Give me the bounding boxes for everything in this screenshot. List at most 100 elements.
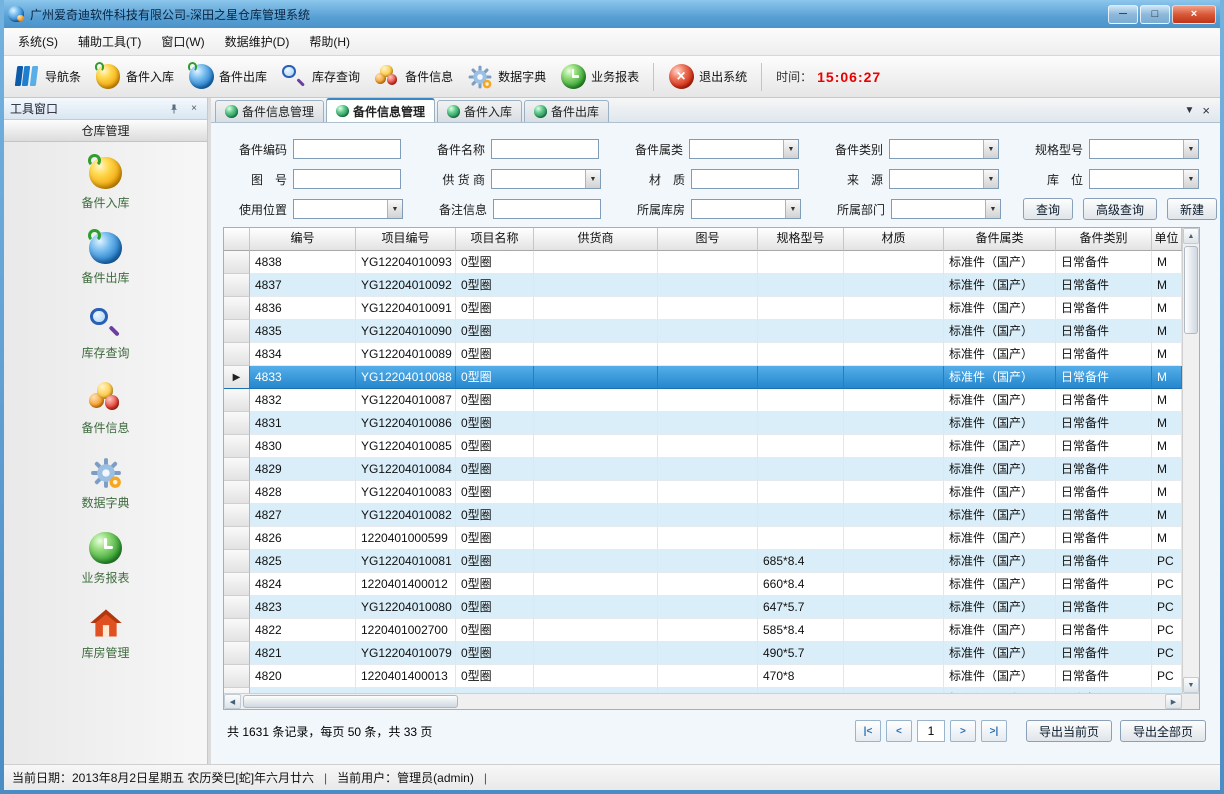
sidebar-item-warehouse-mgmt[interactable]: 库房管理 (46, 606, 166, 661)
pin-icon[interactable] (167, 102, 181, 116)
row-selector-cell[interactable] (224, 435, 250, 458)
table-row[interactable]: 4827YG122040100820型圈标准件（国产）日常备件M (224, 504, 1182, 527)
horizontal-scrollbar[interactable]: ◀ ▶ (224, 694, 1182, 709)
sidebar-item-parts-outbound[interactable]: 备件出库 (46, 231, 166, 286)
location-select[interactable]: ▼ (1089, 169, 1199, 189)
toolbar-item-stock-query[interactable]: 库存查询 (281, 64, 360, 90)
table-row[interactable]: 482412204014000120型圈660*8.4标准件（国产）日常备件PC (224, 573, 1182, 596)
close-button[interactable]: × (1172, 5, 1216, 24)
page-number-input[interactable]: 1 (917, 720, 945, 742)
part-type-select[interactable]: ▼ (889, 139, 999, 159)
source-select[interactable]: ▼ (889, 169, 999, 189)
tool-window-close-icon[interactable]: × (187, 102, 201, 116)
row-selector-cell[interactable] (224, 389, 250, 412)
supplier-select[interactable]: ▼ (491, 169, 601, 189)
row-selector-cell[interactable] (224, 573, 250, 596)
toolbar-item-data-dictionary[interactable]: 数据字典 (467, 64, 546, 90)
table-row[interactable]: 标准件（国产）日常备件 (224, 688, 1182, 693)
drawing-no-input[interactable] (293, 169, 401, 189)
table-row[interactable]: 4836YG122040100910型圈标准件（国产）日常备件M (224, 297, 1182, 320)
row-selector-cell[interactable] (224, 412, 250, 435)
row-selector-cell[interactable] (224, 481, 250, 504)
tab-parts-info-mgmt-1[interactable]: 备件信息管理 (215, 100, 324, 122)
scroll-down-icon[interactable]: ▼ (1183, 677, 1199, 693)
sidebar-item-parts-info[interactable]: 备件信息 (46, 381, 166, 436)
sidebar-item-parts-inbound[interactable]: 备件入库 (46, 156, 166, 211)
row-selector-cell[interactable] (224, 688, 250, 693)
toolbar-item-business-report[interactable]: 业务报表 (560, 64, 639, 90)
menu-item-2[interactable]: 窗口(W) (151, 29, 214, 54)
next-page-button[interactable]: > (950, 720, 976, 742)
part-name-input[interactable] (491, 139, 599, 159)
tab-parts-outbound[interactable]: 备件出库 (524, 100, 609, 122)
minimize-button[interactable]: ─ (1108, 5, 1138, 24)
menu-item-3[interactable]: 数据维护(D) (215, 29, 300, 54)
sidebar-section-header[interactable]: 仓库管理 (4, 120, 207, 142)
table-row[interactable]: 4831YG122040100860型圈标准件（国产）日常备件M (224, 412, 1182, 435)
row-selector-cell[interactable] (224, 320, 250, 343)
vertical-scrollbar[interactable]: ▲ ▼ (1182, 228, 1199, 693)
toolbar-item-parts-inbound[interactable]: 备件入库 (95, 64, 174, 90)
grid-column-header[interactable]: 供货商 (534, 228, 658, 251)
grid-column-header[interactable]: 图号 (658, 228, 758, 251)
scroll-up-icon[interactable]: ▲ (1183, 228, 1199, 244)
warehouse-select[interactable]: ▼ (691, 199, 801, 219)
table-row[interactable]: 4837YG122040100920型圈标准件（国产）日常备件M (224, 274, 1182, 297)
table-row[interactable]: 4821YG122040100790型圈490*5.7标准件（国产）日常备件PC (224, 642, 1182, 665)
row-selector-cell[interactable] (224, 343, 250, 366)
grid-column-header[interactable]: 单位 (1152, 228, 1182, 251)
sidebar-item-stock-query[interactable]: 库存查询 (46, 306, 166, 361)
row-selector-cell[interactable] (224, 665, 250, 688)
scroll-left-icon[interactable]: ◀ (224, 694, 241, 709)
horizontal-scroll-track[interactable] (241, 694, 1165, 709)
export-all-pages-button[interactable]: 导出全部页 (1120, 720, 1206, 742)
tab-parts-info-mgmt-2[interactable]: 备件信息管理 (326, 98, 435, 122)
grid-column-header[interactable]: 备件类别 (1056, 228, 1152, 251)
export-current-page-button[interactable]: 导出当前页 (1026, 720, 1112, 742)
row-selector-cell[interactable] (224, 596, 250, 619)
query-button[interactable]: 查询 (1023, 198, 1073, 220)
tab-list-dropdown-icon[interactable]: ▼ (1185, 105, 1195, 116)
new-button[interactable]: 新建 (1167, 198, 1217, 220)
menu-item-0[interactable]: 系统(S) (8, 29, 68, 54)
row-selector-cell[interactable] (224, 458, 250, 481)
grid-column-header[interactable]: 项目编号 (356, 228, 456, 251)
department-select[interactable]: ▼ (891, 199, 1001, 219)
table-row[interactable]: 482012204014000130型圈470*8标准件（国产）日常备件PC (224, 665, 1182, 688)
grid-column-header[interactable]: 编号 (250, 228, 356, 251)
tab-parts-inbound[interactable]: 备件入库 (437, 100, 522, 122)
row-selector-cell[interactable] (224, 297, 250, 320)
first-page-button[interactable]: |< (855, 720, 881, 742)
sidebar-item-business-report[interactable]: 业务报表 (46, 531, 166, 586)
vertical-scroll-track[interactable] (1183, 244, 1199, 677)
row-selector-cell[interactable] (224, 619, 250, 642)
grid-column-header[interactable]: 规格型号 (758, 228, 844, 251)
row-selector-cell[interactable]: ▶ (224, 366, 250, 389)
table-row[interactable]: 4823YG122040100800型圈647*5.7标准件（国产）日常备件PC (224, 596, 1182, 619)
table-row[interactable]: 4834YG122040100890型圈标准件（国产）日常备件M (224, 343, 1182, 366)
vertical-scroll-thumb[interactable] (1184, 246, 1198, 334)
table-row[interactable]: 4838YG122040100930型圈标准件（国产）日常备件M (224, 251, 1182, 274)
usage-position-select[interactable]: ▼ (293, 199, 403, 219)
grid-column-header[interactable]: 备件属类 (944, 228, 1056, 251)
table-row[interactable]: 4832YG122040100870型圈标准件（国产）日常备件M (224, 389, 1182, 412)
row-selector-cell[interactable] (224, 504, 250, 527)
sidebar-item-data-dictionary[interactable]: 数据字典 (46, 456, 166, 511)
prev-page-button[interactable]: < (886, 720, 912, 742)
row-selector-cell[interactable] (224, 274, 250, 297)
spec-model-select[interactable]: ▼ (1089, 139, 1199, 159)
table-row[interactable]: 4825YG122040100810型圈685*8.4标准件（国产）日常备件PC (224, 550, 1182, 573)
row-selector-cell[interactable] (224, 550, 250, 573)
grid-column-header[interactable]: 项目名称 (456, 228, 534, 251)
table-row[interactable]: ▶4833YG122040100880型圈标准件（国产）日常备件M (224, 366, 1182, 389)
toolbar-item-parts-info[interactable]: 备件信息 (374, 64, 453, 90)
menu-item-1[interactable]: 辅助工具(T) (68, 29, 151, 54)
tab-close-icon[interactable]: × (1202, 103, 1210, 118)
row-selector-cell[interactable] (224, 642, 250, 665)
part-code-input[interactable] (293, 139, 401, 159)
horizontal-scroll-thumb[interactable] (243, 695, 458, 708)
toolbar-item-exit-system[interactable]: × 退出系统 (668, 64, 747, 90)
table-row[interactable]: 4829YG122040100840型圈标准件（国产）日常备件M (224, 458, 1182, 481)
menu-item-4[interactable]: 帮助(H) (299, 29, 360, 54)
row-selector-cell[interactable] (224, 251, 250, 274)
